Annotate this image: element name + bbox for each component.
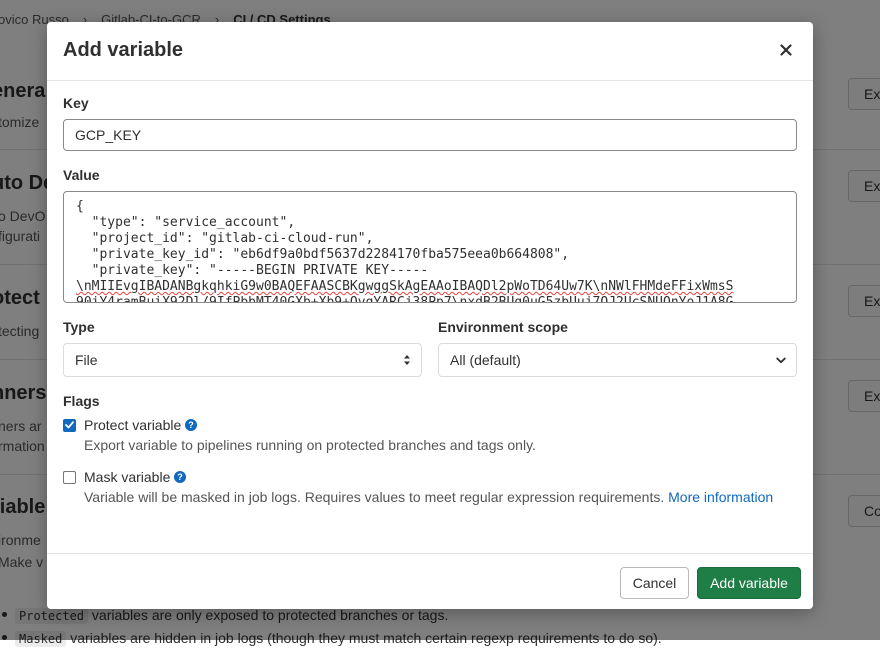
cancel-button[interactable]: Cancel bbox=[620, 567, 689, 599]
value-line: \nMIIEvgIBADANBgkqhkiG9w0BAQEFAASCBKgwgg… bbox=[76, 279, 734, 294]
modal-footer: Cancel Add variable bbox=[47, 553, 813, 609]
environment-scope-selected-value: All (default) bbox=[450, 352, 521, 368]
environment-scope-dropdown[interactable]: All (default) bbox=[438, 343, 797, 377]
sort-arrows-icon bbox=[404, 355, 410, 365]
mask-variable-help-text: Variable will be masked in job logs. Req… bbox=[84, 489, 665, 505]
protect-variable-label[interactable]: Protect variable bbox=[84, 417, 181, 433]
mask-variable-help: Variable will be masked in job logs. Req… bbox=[84, 489, 784, 505]
type-select[interactable]: File bbox=[63, 343, 422, 377]
value-line: "private_key_id": "eb6df9a0bdf5637d22841… bbox=[76, 247, 570, 262]
value-textarea[interactable]: { "type": "service_account", "project_id… bbox=[63, 191, 797, 303]
svg-text:?: ? bbox=[178, 472, 184, 482]
value-line: "private_key": "-----BEGIN PRIVATE KEY--… bbox=[76, 263, 429, 278]
more-information-link[interactable]: More information bbox=[668, 489, 773, 505]
mask-variable-row: Mask variable ? bbox=[63, 469, 187, 485]
type-label: Type bbox=[63, 319, 95, 335]
value-line: "type": "service_account", bbox=[76, 215, 296, 230]
value-line: { bbox=[76, 199, 84, 214]
environment-scope-label: Environment scope bbox=[438, 319, 568, 335]
key-label: Key bbox=[63, 95, 89, 111]
add-variable-modal: Add variable Key Value { "type": "servic… bbox=[47, 22, 813, 609]
question-circle-icon[interactable]: ? bbox=[185, 419, 198, 431]
question-circle-icon[interactable]: ? bbox=[174, 471, 187, 483]
protect-variable-checkbox[interactable] bbox=[63, 418, 76, 432]
value-line: 90iY4ramBuiX92Dl/9IfPbbMT40GXb+Xb9+OvgYA… bbox=[76, 295, 734, 303]
flags-label: Flags bbox=[63, 393, 100, 409]
svg-text:?: ? bbox=[189, 420, 195, 430]
add-variable-button[interactable]: Add variable bbox=[697, 567, 801, 599]
modal-title: Add variable bbox=[63, 39, 184, 61]
protect-variable-row: Protect variable ? bbox=[63, 417, 198, 433]
close-icon bbox=[780, 44, 792, 56]
mask-variable-checkbox[interactable] bbox=[63, 470, 76, 484]
key-input[interactable] bbox=[63, 119, 797, 151]
value-label: Value bbox=[63, 167, 100, 183]
value-line: "project_id": "gitlab-ci-cloud-run", bbox=[76, 231, 374, 246]
chevron-down-icon bbox=[776, 357, 786, 363]
modal-header: Add variable bbox=[47, 22, 813, 81]
mask-variable-label[interactable]: Mask variable bbox=[84, 469, 170, 485]
check-icon bbox=[65, 421, 74, 429]
protect-variable-help: Export variable to pipelines running on … bbox=[84, 437, 536, 453]
close-button[interactable] bbox=[771, 36, 801, 64]
type-selected-value: File bbox=[75, 352, 98, 368]
